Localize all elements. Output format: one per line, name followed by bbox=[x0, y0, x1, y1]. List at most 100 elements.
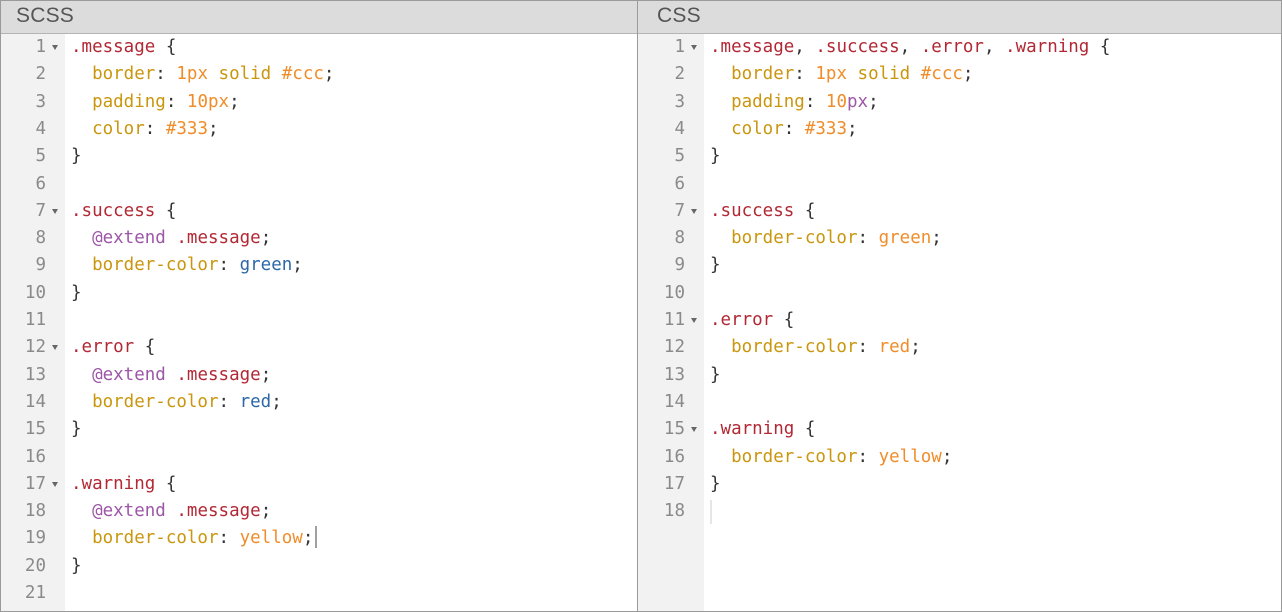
code-token: : bbox=[804, 91, 826, 112]
line-number: 14 bbox=[663, 391, 685, 412]
scss-code-line[interactable]: 10} bbox=[1, 280, 637, 307]
css-code-line[interactable]: 5} bbox=[638, 143, 1281, 170]
fold-triangle-icon[interactable] bbox=[691, 427, 697, 433]
scss-pane-title: SCSS bbox=[16, 4, 74, 27]
fold-triangle-icon[interactable] bbox=[691, 208, 697, 214]
css-code-line[interactable]: 8 border-color: green; bbox=[638, 225, 1281, 252]
code-token: green bbox=[878, 228, 932, 249]
css-code-line[interactable]: 16 border-color: yellow; bbox=[638, 444, 1281, 471]
scss-code-line[interactable]: 9 border-color: green; bbox=[1, 252, 637, 279]
line-number: 11 bbox=[663, 310, 685, 330]
scss-code-line[interactable]: 1 .message { bbox=[1, 34, 637, 61]
scss-code-line[interactable]: 13 @extend .message; bbox=[1, 362, 637, 389]
scss-code-line[interactable]: 8 @extend .message; bbox=[1, 225, 637, 252]
code-text: padding: 10px; bbox=[71, 89, 240, 116]
fold-triangle-icon[interactable] bbox=[52, 45, 58, 50]
scss-pane-header: SCSS bbox=[1, 1, 637, 34]
code-token: .warning bbox=[710, 419, 795, 440]
code-token: ; bbox=[931, 228, 942, 249]
scss-code-line[interactable]: 16 bbox=[1, 444, 637, 471]
code-token: @extend bbox=[92, 364, 166, 385]
fold-triangle-icon[interactable] bbox=[52, 345, 58, 351]
scss-code-line[interactable]: 5} bbox=[1, 143, 637, 170]
css-code-line[interactable]: 14 bbox=[638, 389, 1281, 416]
code-token: color bbox=[71, 118, 145, 139]
line-number: 16 bbox=[24, 446, 46, 467]
css-code-line[interactable]: 12 border-color: red; bbox=[638, 334, 1281, 361]
code-text: .warning { bbox=[710, 416, 815, 443]
line-number: 13 bbox=[24, 364, 46, 385]
css-code-line[interactable]: 11 .error { bbox=[638, 307, 1281, 334]
scss-code-line[interactable]: 15} bbox=[1, 416, 637, 443]
code-token: ; bbox=[229, 91, 240, 112]
scss-code-line[interactable]: 2 border: 1px solid #ccc; bbox=[1, 61, 637, 88]
scss-code-line[interactable]: 12 .error { bbox=[1, 334, 637, 361]
scss-code-line[interactable]: 11 bbox=[1, 307, 637, 334]
fold-triangle-icon[interactable] bbox=[691, 318, 697, 323]
code-token: ; bbox=[941, 446, 953, 467]
code-token: } bbox=[71, 555, 82, 576]
code-token: border-color bbox=[71, 391, 219, 412]
css-code-line[interactable]: 6 bbox=[638, 171, 1281, 198]
line-number: 20 bbox=[24, 555, 46, 576]
scss-code-line[interactable]: 20} bbox=[1, 553, 637, 580]
code-token: yellow bbox=[239, 528, 303, 549]
code-token: , bbox=[983, 37, 1006, 57]
line-number: 2 bbox=[674, 64, 685, 85]
code-token: solid bbox=[857, 64, 911, 85]
css-code-line[interactable]: 4 color: #333; bbox=[638, 116, 1281, 143]
css-code-line[interactable]: 15 .warning { bbox=[638, 416, 1281, 443]
css-code-line[interactable]: 10 bbox=[638, 280, 1281, 307]
code-text: border-color: yellow; bbox=[71, 525, 318, 552]
line-number: 8 bbox=[35, 228, 46, 249]
fold-triangle-icon[interactable] bbox=[52, 208, 58, 214]
css-code-line[interactable]: 1 .message, .success, .error, .warning { bbox=[638, 34, 1281, 61]
css-code-line[interactable]: 3 padding: 10px; bbox=[638, 89, 1281, 116]
line-number: 13 bbox=[663, 364, 685, 385]
code-token: : bbox=[218, 391, 240, 412]
code-text: .error { bbox=[710, 307, 794, 334]
scss-code-line[interactable]: 14 border-color: red; bbox=[1, 389, 637, 416]
css-code-area[interactable]: 1 .message, .success, .error, .warning {2… bbox=[638, 34, 1281, 611]
code-token: red bbox=[239, 391, 272, 412]
code-token: #ccc bbox=[281, 64, 324, 85]
code-token: .error bbox=[920, 37, 984, 57]
fold-triangle-icon[interactable] bbox=[52, 481, 58, 487]
scss-code-line[interactable]: 21 bbox=[1, 580, 637, 607]
code-token: { bbox=[155, 473, 177, 494]
fold-triangle-icon[interactable] bbox=[691, 45, 697, 50]
css-code-line[interactable]: 2 border: 1px solid #ccc; bbox=[638, 61, 1281, 88]
scss-code-line[interactable]: 17 .warning { bbox=[1, 471, 637, 498]
css-code-line[interactable]: 7 .success { bbox=[638, 198, 1281, 225]
line-number: 15 bbox=[663, 419, 685, 440]
line-number: 1 bbox=[674, 37, 685, 57]
css-pane-title: CSS bbox=[657, 4, 701, 27]
css-code-line[interactable]: 9} bbox=[638, 252, 1281, 279]
code-text: @extend .message; bbox=[71, 362, 271, 389]
css-code-line[interactable]: 17} bbox=[638, 471, 1281, 498]
scss-code-area[interactable]: 1 .message {2 border: 1px solid #ccc; 3 pa… bbox=[1, 34, 637, 611]
scss-code-line[interactable]: 3 padding: 10px; bbox=[1, 89, 637, 116]
scss-code-line[interactable]: 4 color: #333; bbox=[1, 116, 637, 143]
css-code-line[interactable]: 13} bbox=[638, 362, 1281, 389]
code-text: border-color: green; bbox=[710, 225, 942, 252]
code-token: } bbox=[71, 419, 82, 440]
code-token: .message bbox=[176, 228, 261, 249]
line-number: 12 bbox=[663, 337, 685, 358]
scss-code-line[interactable]: 18 @extend .message; bbox=[1, 498, 637, 525]
line-number: 1 bbox=[35, 37, 46, 57]
code-token: .success bbox=[71, 200, 156, 221]
scss-code-line[interactable]: 6 bbox=[1, 171, 637, 198]
code-token: : bbox=[155, 64, 177, 85]
line-number: 5 bbox=[35, 146, 46, 167]
code-text: .message, .success, .error, .warning { bbox=[710, 34, 1110, 61]
code-token: .message bbox=[710, 37, 795, 57]
scss-code-line[interactable]: 19 border-color: yellow; bbox=[1, 525, 637, 552]
code-token: } bbox=[710, 255, 721, 276]
scss-code-line[interactable]: 7 .success { bbox=[1, 198, 637, 225]
code-token: { bbox=[794, 419, 816, 440]
code-token: ; bbox=[323, 64, 335, 85]
css-code-line[interactable]: 18 bbox=[638, 498, 1281, 525]
